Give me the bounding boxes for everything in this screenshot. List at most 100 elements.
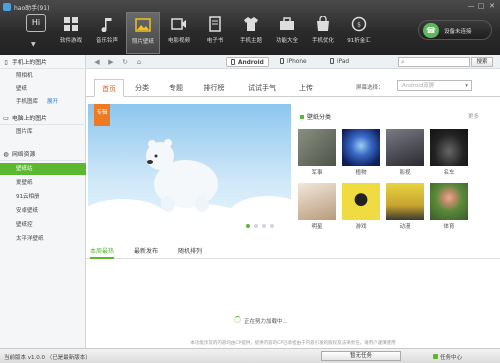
tab-topics[interactable]: 专题 <box>162 79 190 97</box>
sidebar-item-android-wallpaper[interactable]: 安卓壁纸 <box>0 205 86 217</box>
computer-icon: ▭ <box>3 115 9 122</box>
category-stars[interactable]: 明星 <box>298 183 336 230</box>
sidebar-item-phone-gallery[interactable]: 手机图库 展开 <box>0 96 86 108</box>
sidebar-item-wallpaper-site[interactable]: 壁纸站 <box>0 163 86 175</box>
section-label: 手机上的图片 <box>12 60 47 66</box>
tab-lucky[interactable]: 试试手气 <box>240 79 284 97</box>
section-label: 电脑上的图片 <box>12 116 47 122</box>
hi-logo[interactable]: Hi <box>26 14 46 32</box>
loading-spinner-icon <box>234 316 241 323</box>
nav-photos[interactable]: 照片壁纸 <box>126 12 160 54</box>
forward-arrow-icon[interactable]: ▶ <box>106 57 116 67</box>
status-bar: 当前版本 v1.0.0 （已是最新版本） 暂无任务 任务中心 <box>0 348 500 363</box>
nav-tools[interactable]: 功能大全 <box>270 12 304 54</box>
sidebar-item-wallpaper-control[interactable]: 壁纸控 <box>0 219 86 231</box>
nav-label: 音乐铃声 <box>95 38 118 44</box>
top-navigation-bar: hao助手(91) — □ ✕ Hi ▼ 软件游戏 音乐铃声 照片壁纸 电影视频… <box>0 0 500 55</box>
album-tag: 专辑 <box>94 104 110 126</box>
category-movies[interactable]: 影视 <box>386 129 424 176</box>
tab-iphone[interactable]: iPhone <box>276 57 311 67</box>
close-button[interactable]: ✕ <box>487 2 497 11</box>
tab-home[interactable]: 首页 <box>94 79 124 97</box>
carousel-dot[interactable] <box>246 224 250 228</box>
maximize-button[interactable]: □ <box>476 2 486 11</box>
category-sports[interactable]: 体育 <box>430 183 468 230</box>
apps-grid-icon <box>64 17 78 31</box>
picture-icon <box>135 18 151 32</box>
loading-text: 正在努力加载中... <box>244 319 288 325</box>
device-connection-button[interactable]: ☎ 设备未连接 <box>418 20 492 40</box>
nav-label: 电影视频 <box>167 38 190 44</box>
category-military[interactable]: 军事 <box>298 129 336 176</box>
tab-category[interactable]: 分类 <box>128 79 156 97</box>
nav-label: 照片壁纸 <box>131 39 154 45</box>
nav-optimize[interactable]: 手机优化 <box>306 12 340 54</box>
shopping-bag-icon <box>317 16 329 31</box>
shirt-icon <box>244 17 258 31</box>
expand-link[interactable]: 展开 <box>47 96 58 108</box>
nav-video[interactable]: 电影视频 <box>162 12 196 54</box>
nav-music[interactable]: 音乐铃声 <box>90 12 124 54</box>
chevron-down-icon[interactable]: ▼ <box>31 41 36 48</box>
device-tab-label: iPhone <box>287 59 307 65</box>
sidebar-item-camera[interactable]: 照相机 <box>0 70 86 82</box>
toolbox-icon <box>280 17 294 30</box>
nav-coin[interactable]: $ 91折金汇 <box>342 12 376 54</box>
item-label: 手机图库 <box>16 99 39 105</box>
nav-apps[interactable]: 软件游戏 <box>54 12 88 54</box>
home-icon[interactable]: ⌂ <box>134 57 144 67</box>
section-label: 网络资源 <box>12 152 36 158</box>
sidebar-section-phone-pictures[interactable]: ▯ 手机上的图片 <box>0 57 86 69</box>
app-window: hao助手(91) — □ ✕ Hi ▼ 软件游戏 音乐铃声 照片壁纸 电影视频… <box>0 0 500 363</box>
content-tabs: 首页 分类 专题 排行榜 试试手气 上传 屏幕选择： Android双屏 ▾ <box>86 75 500 97</box>
minimize-button[interactable]: — <box>466 2 476 11</box>
sidebar-item-wallpaper[interactable]: 壁纸 <box>0 83 86 95</box>
tab-upload[interactable]: 上传 <box>292 79 320 97</box>
carousel-dot[interactable] <box>262 224 266 228</box>
sidebar-section-pc-pictures[interactable]: ▭ 电脑上的图片 <box>0 113 86 125</box>
nav-ebook[interactable]: 电子书 <box>198 12 232 54</box>
task-status-button[interactable]: 暂无任务 <box>321 351 401 361</box>
tab-weekly-hot[interactable]: 本周最热 <box>90 247 115 259</box>
device-tab-label: iPad <box>337 59 350 65</box>
nav-theme[interactable]: 手机主题 <box>234 12 268 54</box>
category-plants[interactable]: 植物 <box>342 129 380 176</box>
category-title: 壁纸分类 <box>300 112 331 121</box>
task-center-label: 任务中心 <box>440 355 463 361</box>
more-link[interactable]: 更多 <box>468 112 479 120</box>
tab-latest[interactable]: 最新发布 <box>134 247 158 259</box>
featured-banner[interactable]: 专辑 <box>88 104 291 231</box>
sidebar-item-pacific-wallpaper[interactable]: 太平洋壁纸 <box>0 233 86 245</box>
tab-ipad[interactable]: iPad <box>326 57 353 67</box>
sidebar-item-91-cloud[interactable]: 91云相册 <box>0 191 86 203</box>
nav-label: 手机主题 <box>239 38 262 44</box>
item-label: 照相机 <box>16 73 33 79</box>
item-label: 壁纸控 <box>16 222 33 228</box>
tab-android[interactable]: Android <box>226 57 269 67</box>
sidebar-item-picture-library[interactable]: 图片库 <box>0 126 86 138</box>
search-icon: ⌕ <box>401 58 405 66</box>
carousel-dot[interactable] <box>254 224 258 228</box>
globe-icon: ◍ <box>3 151 9 158</box>
carousel-dot[interactable] <box>270 224 274 228</box>
screen-select-dropdown[interactable]: Android双屏 ▾ <box>397 80 472 91</box>
category-cars[interactable]: 名车 <box>430 129 468 176</box>
nav-label: 软件游戏 <box>59 38 82 44</box>
tab-ranking[interactable]: 排行榜 <box>196 79 232 97</box>
refresh-icon[interactable]: ↻ <box>120 57 130 67</box>
back-arrow-icon[interactable]: ◀ <box>92 57 102 67</box>
sidebar-item-ai-wallpaper[interactable]: 爱壁纸 <box>0 177 86 189</box>
category-label: 游戏 <box>355 224 367 230</box>
nav-label: 电子书 <box>206 38 224 44</box>
tab-random[interactable]: 随机排列 <box>178 247 202 259</box>
sidebar: ▯ 手机上的图片 照相机 壁纸 手机图库 展开 ▭ 电脑上的图片 图片库 ◍ 网络资源 … <box>0 55 86 348</box>
sidebar-section-network[interactable]: ◍ 网络资源 <box>0 149 86 161</box>
category-anime[interactable]: 动漫 <box>386 183 424 230</box>
task-center-link[interactable]: 任务中心 <box>433 353 462 361</box>
search-input[interactable]: ⌕ <box>398 57 470 67</box>
nav-label: 手机优化 <box>311 38 334 44</box>
phone-icon: ▯ <box>4 59 8 66</box>
search-button[interactable]: 搜索 <box>471 57 493 67</box>
screen-select-value: Android双屏 <box>402 83 435 89</box>
category-games[interactable]: 游戏 <box>342 183 380 230</box>
